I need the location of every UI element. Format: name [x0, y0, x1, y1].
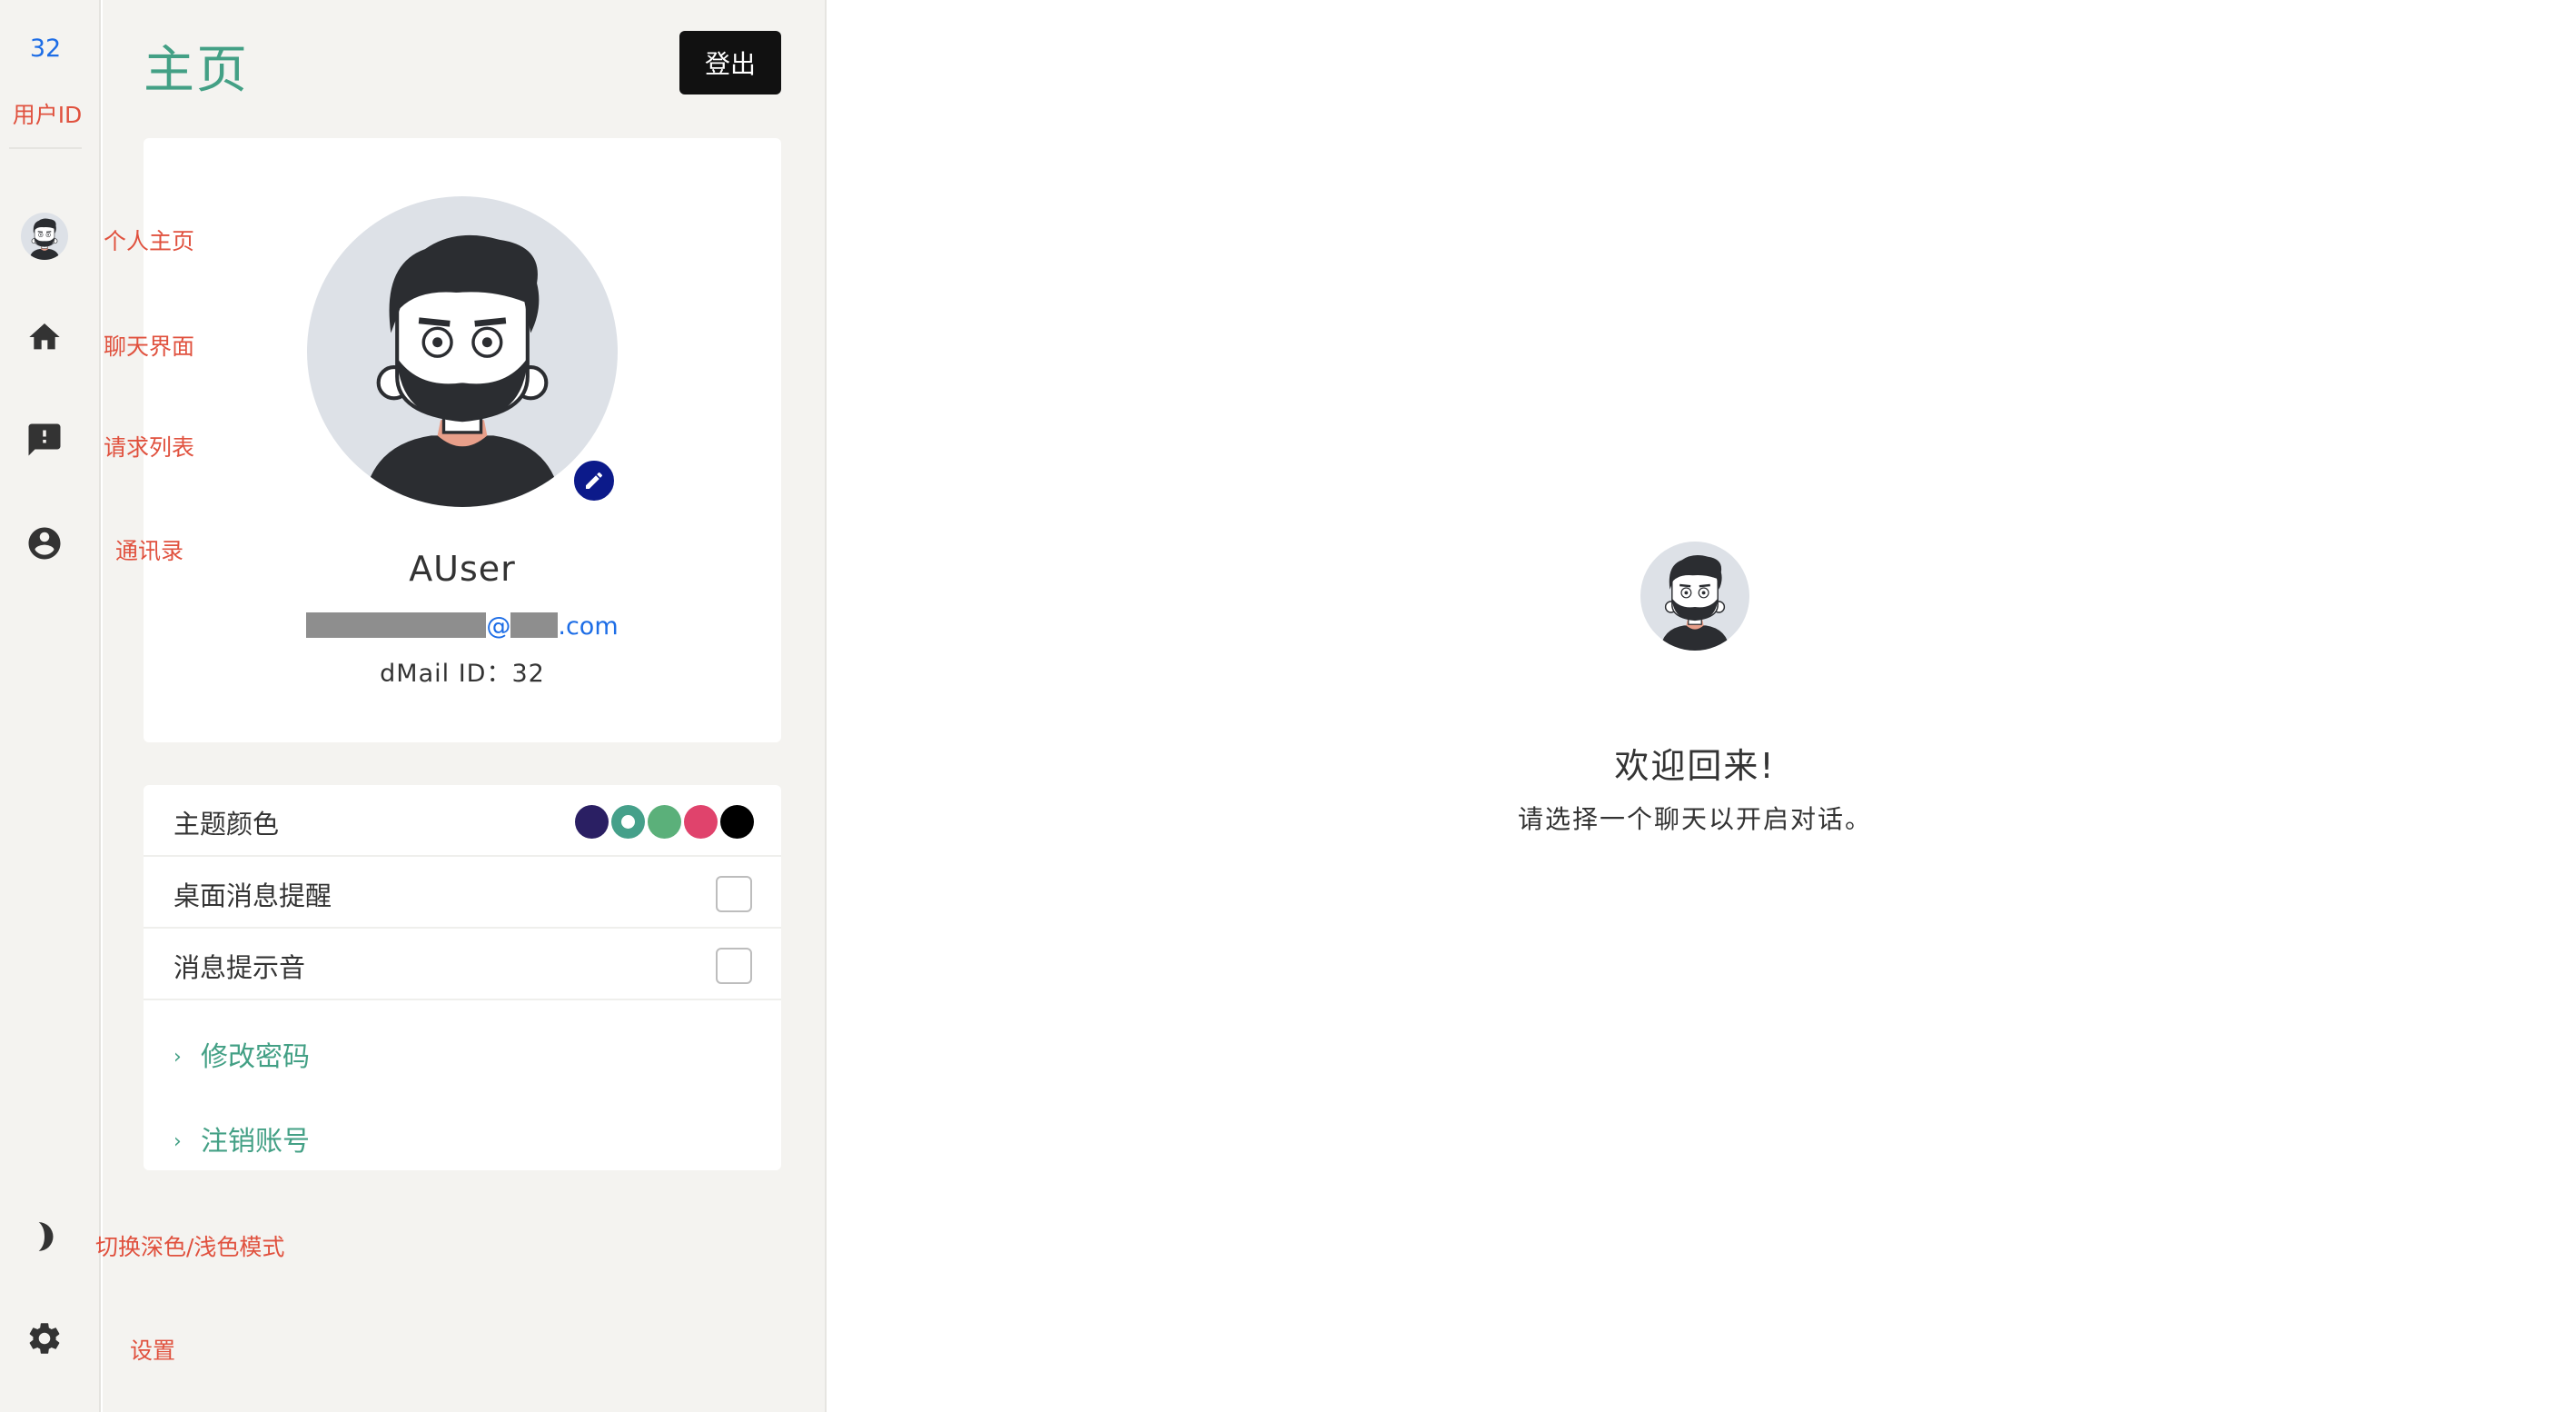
rail-divider — [9, 147, 82, 149]
email-at: @ — [486, 612, 511, 641]
theme-swatch-black[interactable] — [720, 805, 754, 839]
dmail-id: dMail ID：32 — [380, 660, 545, 688]
gear-icon — [29, 1323, 60, 1354]
profile-card: AUser @ .com dMail ID：32 — [144, 138, 781, 742]
profile-avatar — [307, 196, 618, 507]
desktop-notify-checkbox[interactable] — [716, 876, 752, 912]
desktop-notify-label: 桌面消息提醒 — [173, 880, 332, 911]
welcome-avatar — [1640, 542, 1749, 651]
sound-row: 消息提示音 — [144, 929, 781, 1000]
profile-panel: 主页 登出 AUser @ .com dMail ID：32 主题颜色 桌面消息提… — [103, 0, 827, 1412]
username: AUser — [409, 549, 516, 589]
theme-swatch-teal[interactable] — [611, 805, 645, 839]
welcome-subtitle: 请选择一个聊天以开启对话。 — [1517, 804, 1872, 834]
annotation-contacts: 通讯录 — [115, 538, 184, 564]
nav-rail: 32 用户ID — [0, 0, 101, 1412]
settings-card: 主题颜色 桌面消息提醒 消息提示音 › 修改密码 › 注销账号 — [144, 785, 781, 1170]
theme-color-label: 主题颜色 — [173, 809, 280, 840]
email-redacted-local — [306, 612, 487, 638]
annotation-theme-toggle: 切换深色/浅色模式 — [95, 1234, 285, 1260]
home-icon — [29, 323, 60, 350]
welcome-title: 欢迎回来! — [1614, 746, 1776, 786]
user-id-label: 用户ID — [12, 102, 83, 128]
page-title: 主页 — [144, 41, 249, 100]
account-circle-icon — [28, 527, 61, 560]
logout-button[interactable]: 登出 — [679, 31, 781, 94]
feedback-icon — [28, 423, 61, 456]
nav-profile[interactable] — [20, 212, 69, 261]
delete-account-label: 注销账号 — [201, 1126, 310, 1158]
theme-mode-toggle[interactable] — [20, 1212, 69, 1261]
chevron-right-icon: › — [173, 1046, 182, 1069]
nav-settings[interactable] — [20, 1314, 69, 1363]
chevron-right-icon: › — [173, 1130, 182, 1153]
annotation-settings: 设置 — [130, 1337, 176, 1364]
email-suffix: .com — [558, 612, 619, 641]
theme-swatch-navy[interactable] — [575, 805, 609, 839]
change-password-label: 修改密码 — [201, 1041, 310, 1073]
avatar-icon — [21, 213, 68, 260]
change-password-link[interactable]: › 修改密码 — [173, 1034, 310, 1074]
annotation-requests: 请求列表 — [104, 434, 195, 461]
half-moon-icon — [38, 1222, 54, 1251]
annotation-profile: 个人主页 — [104, 228, 195, 254]
email-address: @ .com — [144, 612, 781, 641]
sound-label: 消息提示音 — [173, 952, 306, 983]
delete-account-link[interactable]: › 注销账号 — [173, 1119, 310, 1158]
email-redacted-domain — [510, 612, 559, 638]
theme-swatch-pink[interactable] — [684, 805, 718, 839]
nav-chat[interactable] — [20, 313, 69, 362]
edit-avatar-button[interactable] — [571, 458, 617, 503]
theme-swatch-green[interactable] — [648, 805, 681, 839]
desktop-notify-row: 桌面消息提醒 — [144, 857, 781, 929]
user-id: 32 — [29, 35, 62, 63]
nav-contacts[interactable] — [20, 519, 69, 568]
nav-requests[interactable] — [20, 415, 69, 464]
annotation-chat: 聊天界面 — [104, 333, 195, 360]
sound-checkbox[interactable] — [716, 948, 752, 984]
theme-color-row: 主题颜色 — [144, 785, 781, 857]
pencil-icon — [586, 472, 603, 489]
